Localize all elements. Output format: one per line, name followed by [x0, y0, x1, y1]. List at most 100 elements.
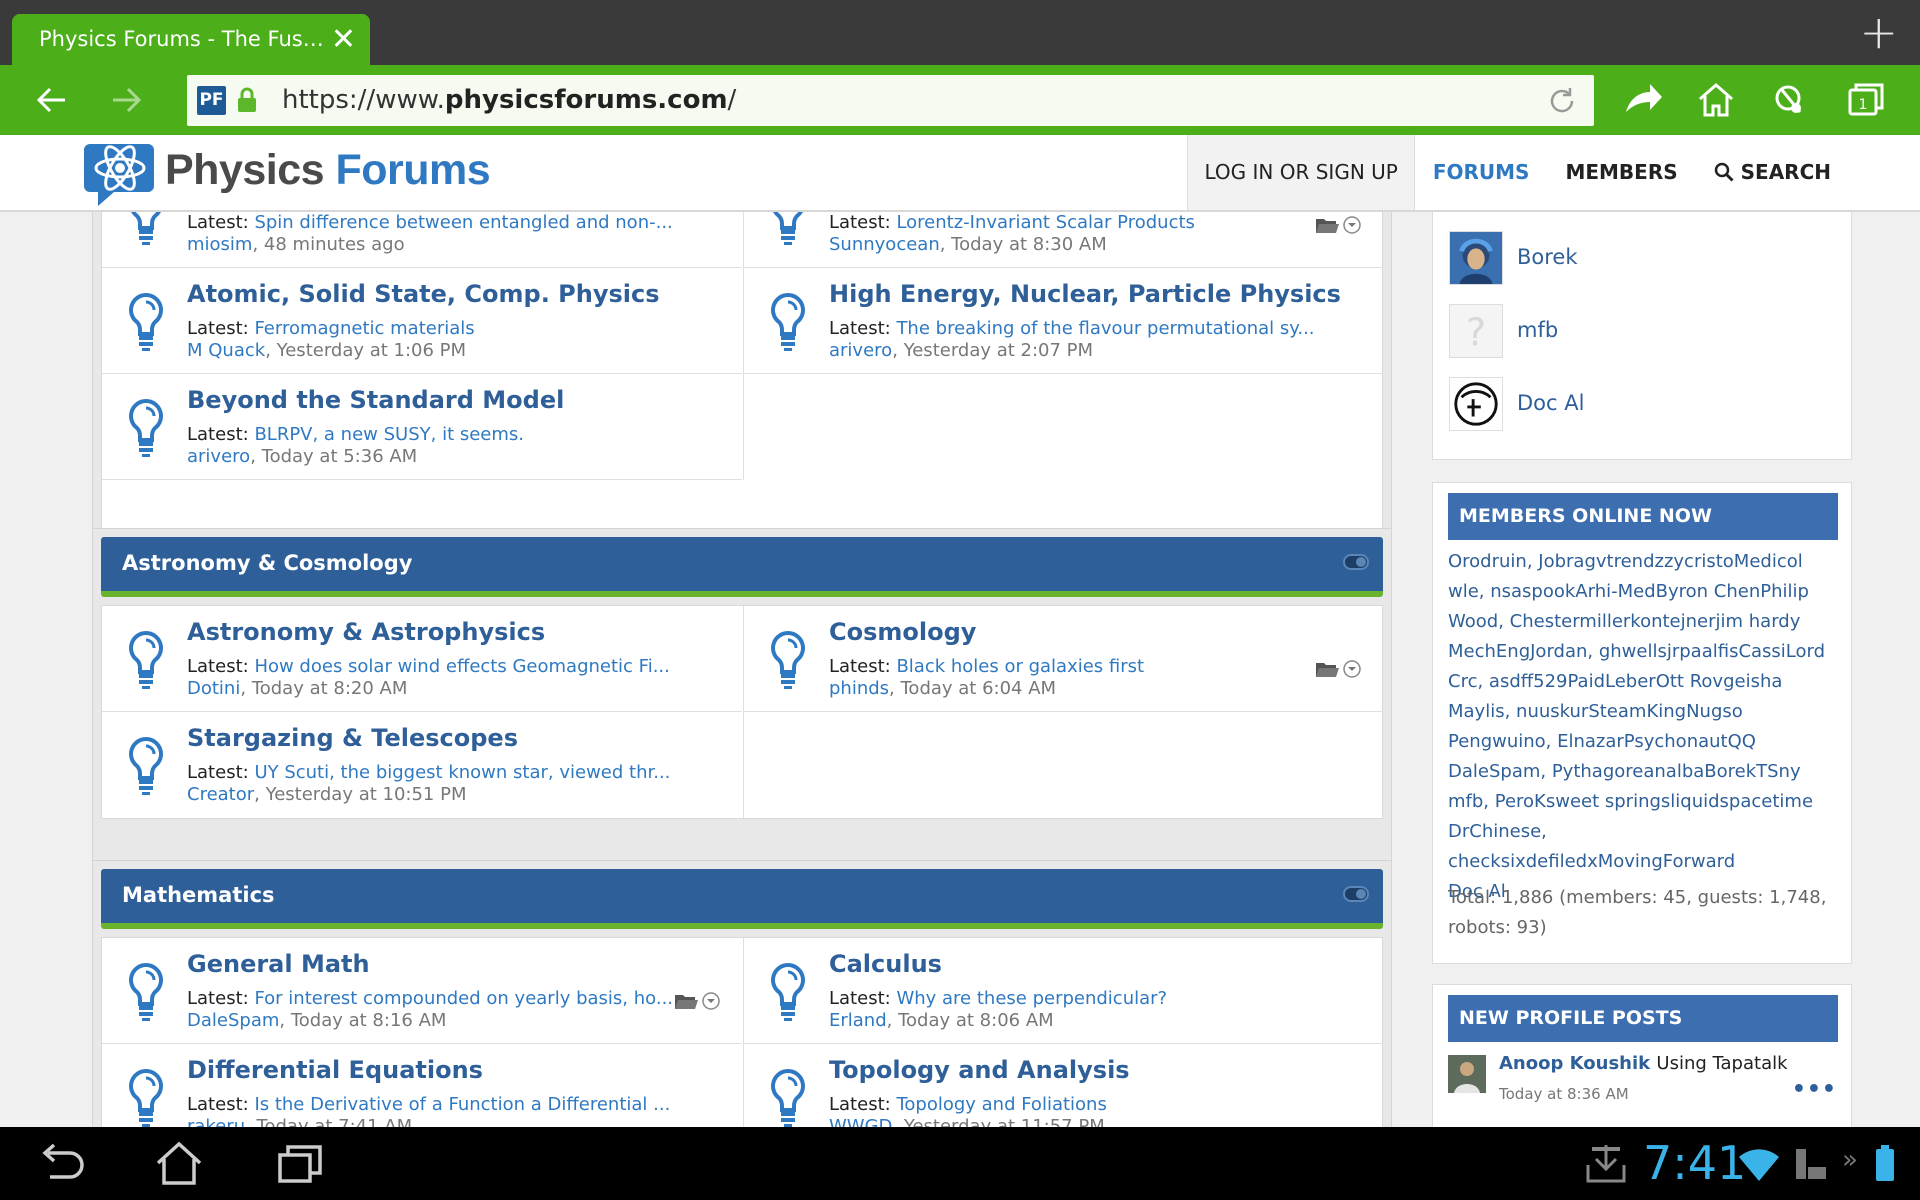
- staff-member[interactable]: Borek: [1449, 231, 1829, 287]
- home-icon[interactable]: [1694, 78, 1738, 122]
- latest-user-link[interactable]: Sunnyocean: [829, 234, 940, 255]
- reload-icon[interactable]: [1546, 85, 1578, 117]
- latest-user-link[interactable]: Dotini: [187, 678, 240, 699]
- forum-title[interactable]: Astronomy & Astrophysics: [187, 618, 545, 646]
- latest-post-link[interactable]: How does solar wind effects Geomagnetic …: [254, 656, 669, 677]
- latest-user-link[interactable]: Creator: [187, 784, 254, 805]
- forum-node[interactable]: Calculus Latest: Why are these perpendic…: [743, 938, 1383, 1044]
- close-icon[interactable]: ✕: [331, 14, 356, 65]
- latest-user-link[interactable]: DaleSpam: [187, 1010, 279, 1031]
- forum-title[interactable]: Atomic, Solid State, Comp. Physics: [187, 280, 660, 308]
- forum-node[interactable]: Astronomy & Astrophysics Latest: How doe…: [102, 606, 742, 712]
- latest-user-link[interactable]: phinds: [829, 678, 889, 699]
- folder-icon[interactable]: [1315, 214, 1361, 236]
- latest-user-link[interactable]: rakeru: [187, 1116, 245, 1127]
- more-options-icon[interactable]: •••: [1792, 1077, 1837, 1102]
- online-members-line[interactable]: Maylis, nuuskurSteamKingNugso: [1448, 697, 1838, 727]
- latest-user-link[interactable]: Erland: [829, 1010, 887, 1031]
- online-members-line[interactable]: DrChinese, checksixdefiledxMovingForward: [1448, 817, 1838, 877]
- avatar[interactable]: [1449, 377, 1503, 431]
- forum-title[interactable]: Stargazing & Telescopes: [187, 724, 518, 752]
- forum-title[interactable]: High Energy, Nuclear, Particle Physics: [829, 280, 1341, 308]
- download-icon[interactable]: [1584, 1139, 1628, 1187]
- forum-node[interactable]: High Energy, Nuclear, Particle Physics L…: [743, 268, 1383, 374]
- android-back-icon[interactable]: [34, 1139, 88, 1187]
- category-header[interactable]: Mathematics: [101, 869, 1383, 929]
- nav-search[interactable]: SEARCH: [1696, 135, 1920, 210]
- post-time[interactable]: Today at 8:36 AM: [1499, 1085, 1629, 1103]
- latest-user-link[interactable]: WWGD: [829, 1116, 892, 1127]
- avatar[interactable]: ?: [1449, 304, 1503, 358]
- forum-node[interactable]: General Math Latest: For interest compou…: [102, 938, 742, 1044]
- latest-post-link[interactable]: Black holes or galaxies first: [896, 656, 1144, 677]
- forum-title[interactable]: Topology and Analysis: [829, 1056, 1130, 1084]
- online-members-line[interactable]: DaleSpam, PythagoreanalbaBorekTSny: [1448, 757, 1838, 787]
- atom-logo-icon[interactable]: [84, 138, 164, 210]
- back-arrow-icon[interactable]: [22, 73, 82, 127]
- staff-name[interactable]: Doc Al: [1517, 391, 1584, 415]
- staff-member[interactable]: ? mfb: [1449, 304, 1829, 360]
- category-header[interactable]: Astronomy & Cosmology: [101, 537, 1383, 597]
- online-members-line[interactable]: MechEngJordan, ghwellsjrpaalfisCassiLord: [1448, 637, 1838, 667]
- forum-node[interactable]: Beyond the Standard Model Latest: BLRPV,…: [102, 374, 742, 480]
- latest-post-link[interactable]: Ferromagnetic materials: [254, 318, 474, 339]
- toggle-icon[interactable]: [1343, 886, 1369, 902]
- nav-members[interactable]: MEMBERS: [1547, 135, 1695, 210]
- latest-user-link[interactable]: arivero: [187, 446, 250, 467]
- latest-post-link[interactable]: BLRPV, a new SUSY, it seems.: [254, 424, 524, 445]
- forum-title[interactable]: Beyond the Standard Model: [187, 386, 564, 414]
- online-members-line[interactable]: wle, nsaspookArhi-MedByron ChenPhilip: [1448, 577, 1838, 607]
- staff-name[interactable]: mfb: [1517, 318, 1558, 342]
- forum-node[interactable]: Stargazing & Telescopes Latest: UY Scuti…: [102, 712, 742, 818]
- share-icon[interactable]: [1620, 78, 1664, 122]
- online-members-line[interactable]: mfb, PeroKsweet springsliquidspacetime: [1448, 787, 1838, 817]
- latest-post-link[interactable]: Is the Derivative of a Function a Differ…: [254, 1094, 670, 1115]
- bookmark-icon[interactable]: [1768, 78, 1812, 122]
- forum-node[interactable]: Latest: Spin difference between entangle…: [102, 212, 742, 268]
- forum-title[interactable]: Differential Equations: [187, 1056, 483, 1084]
- latest-post-link[interactable]: For interest compounded on yearly basis,…: [254, 988, 673, 1009]
- members-online-heading[interactable]: MEMBERS ONLINE NOW: [1448, 493, 1838, 540]
- forum-title[interactable]: Calculus: [829, 950, 942, 978]
- forum-title[interactable]: General Math: [187, 950, 370, 978]
- latest-post-link[interactable]: Lorentz-Invariant Scalar Products: [896, 212, 1194, 233]
- folder-icon[interactable]: [1315, 658, 1361, 680]
- url-text[interactable]: https://www.physicsforums.com/: [282, 75, 736, 126]
- forum-node[interactable]: Cosmology Latest: Black holes or galaxie…: [743, 606, 1383, 712]
- android-home-icon[interactable]: [152, 1139, 206, 1187]
- new-tab-icon[interactable]: +: [1859, 8, 1898, 56]
- latest-user-link[interactable]: arivero: [829, 340, 892, 361]
- online-members-line[interactable]: Pengwuino, ElnazarPsychonautQQ: [1448, 727, 1838, 757]
- avatar[interactable]: [1449, 231, 1503, 285]
- avatar[interactable]: [1448, 1055, 1486, 1093]
- browser-tab[interactable]: Physics Forums - The Fusion... ✕: [12, 14, 370, 65]
- forum-title[interactable]: Cosmology: [829, 618, 976, 646]
- post-author-link[interactable]: Anoop Koushik: [1499, 1053, 1650, 1074]
- latest-user-link[interactable]: miosim: [187, 234, 252, 255]
- latest-post-link[interactable]: UY Scuti, the biggest known star, viewed…: [254, 762, 670, 783]
- online-members-line[interactable]: Orodruin, JobragvtrendzzycristoMedicol: [1448, 547, 1838, 577]
- folder-icon[interactable]: [674, 990, 720, 1012]
- android-recents-icon[interactable]: [274, 1139, 328, 1187]
- online-members-line[interactable]: Crc, asdff529PaidLeberOtt Rovgeisha: [1448, 667, 1838, 697]
- nav-forums[interactable]: FORUMS: [1415, 135, 1548, 210]
- site-logo-text[interactable]: Physics Forums: [165, 145, 491, 195]
- latest-user-link[interactable]: M Quack: [187, 340, 265, 361]
- profile-posts-heading[interactable]: NEW PROFILE POSTS: [1448, 995, 1838, 1042]
- latest-post-link[interactable]: Topology and Foliations: [896, 1094, 1106, 1115]
- latest-post-link[interactable]: Spin difference between entangled and no…: [254, 212, 672, 233]
- login-signup-link[interactable]: LOG IN OR SIGN UP: [1187, 135, 1415, 210]
- latest-post-link[interactable]: The breaking of the flavour permutationa…: [896, 318, 1314, 339]
- staff-name[interactable]: Borek: [1517, 245, 1578, 269]
- forum-node[interactable]: Atomic, Solid State, Comp. Physics Lates…: [102, 268, 742, 374]
- tabs-icon[interactable]: 1: [1844, 78, 1888, 122]
- forum-node[interactable]: Topology and Analysis Latest: Topology a…: [743, 1044, 1383, 1127]
- staff-member[interactable]: Doc Al: [1449, 377, 1829, 433]
- url-bar[interactable]: PF https://www.physicsforums.com/: [187, 75, 1594, 126]
- online-members-line[interactable]: Wood, Chestermillerkontejnerjim hardy: [1448, 607, 1838, 637]
- toggle-icon[interactable]: [1343, 554, 1369, 570]
- forward-arrow-icon[interactable]: [96, 73, 156, 127]
- forum-node[interactable]: Differential Equations Latest: Is the De…: [102, 1044, 742, 1127]
- latest-post-link[interactable]: Why are these perpendicular?: [896, 988, 1167, 1009]
- forum-node[interactable]: Latest: Lorentz-Invariant Scalar Product…: [743, 212, 1383, 268]
